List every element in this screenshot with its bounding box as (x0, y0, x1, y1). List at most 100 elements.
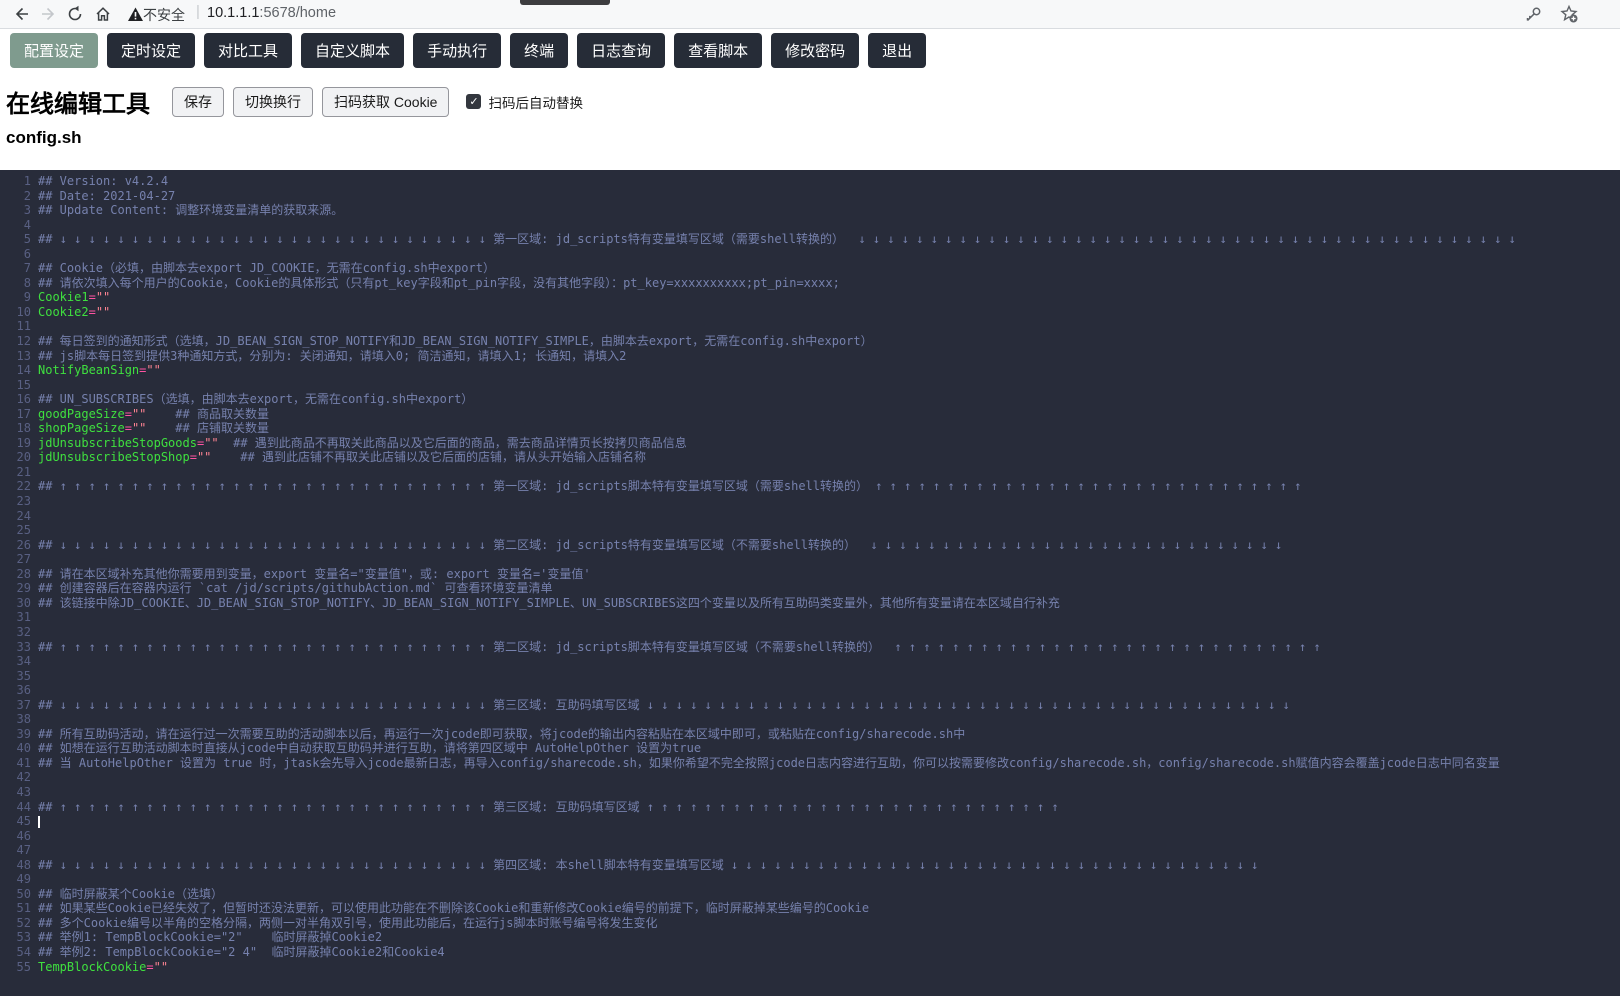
save-button[interactable]: 保存 (172, 87, 224, 117)
code-line[interactable]: 50## 临时屏蔽某个Cookie（选填） (0, 887, 1620, 902)
code-line[interactable]: 31 (0, 610, 1620, 625)
code-line[interactable]: 2## Date: 2021-04-27 (0, 189, 1620, 204)
code-line[interactable]: 42 (0, 770, 1620, 785)
code-line[interactable]: 22## ↑ ↑ ↑ ↑ ↑ ↑ ↑ ↑ ↑ ↑ ↑ ↑ ↑ ↑ ↑ ↑ ↑ ↑… (0, 479, 1620, 494)
code-line[interactable]: 16## UN_SUBSCRIBES（选填，由脚本去export，无需在conf… (0, 392, 1620, 407)
nav-item-compare[interactable]: 对比工具 (204, 33, 292, 68)
code-line[interactable]: 25 (0, 523, 1620, 538)
line-number: 7 (0, 261, 38, 276)
home-icon[interactable] (92, 3, 114, 25)
code-line[interactable]: 8## 请依次填入每个用户的Cookie，Cookie的具体形式（只有pt_ke… (0, 276, 1620, 291)
code-line[interactable]: 14NotifyBeanSign="" (0, 363, 1620, 378)
line-number: 28 (0, 567, 38, 582)
back-icon[interactable] (10, 3, 32, 25)
key-icon[interactable] (1522, 3, 1544, 25)
code-line[interactable]: 33## ↑ ↑ ↑ ↑ ↑ ↑ ↑ ↑ ↑ ↑ ↑ ↑ ↑ ↑ ↑ ↑ ↑ ↑… (0, 640, 1620, 655)
code-line[interactable]: 48## ↓ ↓ ↓ ↓ ↓ ↓ ↓ ↓ ↓ ↓ ↓ ↓ ↓ ↓ ↓ ↓ ↓ ↓… (0, 858, 1620, 873)
code-line[interactable]: 29## 创建容器后在容器内运行 `cat /jd/scripts/github… (0, 581, 1620, 596)
nav-item-change-password[interactable]: 修改密码 (771, 33, 859, 68)
line-number: 10 (0, 305, 38, 320)
line-number: 52 (0, 916, 38, 931)
code-line[interactable]: 52## 多个Cookie编号以半角的空格分隔，两侧一对半角双引号，使用此功能后… (0, 916, 1620, 931)
code-line[interactable]: 41## 当 AutoHelpOther 设置为 true 时，jtask会先导… (0, 756, 1620, 771)
code-line[interactable]: 36 (0, 683, 1620, 698)
nav-item-custom-script[interactable]: 自定义脚本 (301, 33, 404, 68)
code-editor[interactable]: 1## Version: v4.2.42## Date: 2021-04-273… (0, 170, 1620, 996)
browser-tab[interactable] (520, 0, 610, 5)
code-line[interactable]: 49 (0, 872, 1620, 887)
security-label[interactable]: 不安全 (143, 5, 185, 25)
line-number: 5 (0, 232, 38, 247)
line-number: 38 (0, 712, 38, 727)
auto-replace-label[interactable]: 扫码后自动替换 (488, 92, 583, 112)
nav-bar: 配置设定定时设定对比工具自定义脚本手动执行终端日志查询查看脚本修改密码退出 (0, 29, 1620, 79)
code-line[interactable]: 39## 所有互助码活动，请在运行过一次需要互助的活动脚本以后，再运行一次jco… (0, 727, 1620, 742)
code-line[interactable]: 30## 该链接中除JD_COOKIE、JD_BEAN_SIGN_STOP_NO… (0, 596, 1620, 611)
nav-item-log-query[interactable]: 日志查询 (577, 33, 665, 68)
address-url[interactable]: 10.1.1.1:5678/home (207, 5, 336, 21)
code-line[interactable]: 10Cookie2="" (0, 305, 1620, 320)
code-line[interactable]: 13## js脚本每日签到提供3种通知方式，分别为: 关闭通知，请填入0; 简洁… (0, 349, 1620, 364)
code-line[interactable]: 9Cookie1="" (0, 290, 1620, 305)
code-line[interactable]: 38 (0, 712, 1620, 727)
code-line[interactable]: 3## Update Content: 调整环境变量清单的获取来源。 (0, 203, 1620, 218)
code-line[interactable]: 1## Version: v4.2.4 (0, 174, 1620, 189)
code-line[interactable]: 15 (0, 378, 1620, 393)
line-number: 36 (0, 683, 38, 698)
nav-item-terminal[interactable]: 终端 (510, 33, 568, 68)
code-line[interactable]: 27 (0, 552, 1620, 567)
code-line[interactable]: 44## ↑ ↑ ↑ ↑ ↑ ↑ ↑ ↑ ↑ ↑ ↑ ↑ ↑ ↑ ↑ ↑ ↑ ↑… (0, 800, 1620, 815)
line-number: 1 (0, 174, 38, 189)
nav-item-manual-run[interactable]: 手动执行 (413, 33, 501, 68)
refresh-icon[interactable] (64, 3, 86, 25)
code-line[interactable]: 55TempBlockCookie="" (0, 960, 1620, 975)
line-number: 37 (0, 698, 38, 713)
code-line[interactable]: 51## 如果某些Cookie已经失效了，但暂时还没法更新，可以使用此功能在不删… (0, 901, 1620, 916)
nav-item-schedule[interactable]: 定时设定 (107, 33, 195, 68)
code-line[interactable]: 5## ↓ ↓ ↓ ↓ ↓ ↓ ↓ ↓ ↓ ↓ ↓ ↓ ↓ ↓ ↓ ↓ ↓ ↓ … (0, 232, 1620, 247)
line-number: 46 (0, 829, 38, 844)
line-number: 6 (0, 247, 38, 262)
line-number: 34 (0, 654, 38, 669)
code-line[interactable]: 11 (0, 319, 1620, 334)
line-number: 12 (0, 334, 38, 349)
forward-icon[interactable] (38, 3, 60, 25)
code-line[interactable]: 18shopPageSize="" ## 店铺取关数量 (0, 421, 1620, 436)
nav-item-view-script[interactable]: 查看脚本 (674, 33, 762, 68)
code-line[interactable]: 21 (0, 465, 1620, 480)
code-line[interactable]: 32 (0, 625, 1620, 640)
code-line[interactable]: 34 (0, 654, 1620, 669)
code-line[interactable]: 54## 举例2: TempBlockCookie="2 4" 临时屏蔽掉Coo… (0, 945, 1620, 960)
code-line[interactable]: 6 (0, 247, 1620, 262)
code-line[interactable]: 4 (0, 218, 1620, 233)
code-line[interactable]: 37## ↓ ↓ ↓ ↓ ↓ ↓ ↓ ↓ ↓ ↓ ↓ ↓ ↓ ↓ ↓ ↓ ↓ ↓… (0, 698, 1620, 713)
code-line[interactable]: 23 (0, 494, 1620, 509)
code-line[interactable]: 28## 请在本区域补充其他你需要用到变量，export 变量名="变量值"，或… (0, 567, 1620, 582)
code-line[interactable]: 43 (0, 785, 1620, 800)
code-line[interactable]: 45 (0, 814, 1620, 829)
line-number: 55 (0, 960, 38, 975)
code-line[interactable]: 26## ↓ ↓ ↓ ↓ ↓ ↓ ↓ ↓ ↓ ↓ ↓ ↓ ↓ ↓ ↓ ↓ ↓ ↓… (0, 538, 1620, 553)
line-number: 14 (0, 363, 38, 378)
code-line[interactable]: 7## Cookie（必填，由脚本去export JD_COOKIE，无需在co… (0, 261, 1620, 276)
nav-item-logout[interactable]: 退出 (868, 33, 926, 68)
code-line[interactable]: 20jdUnsubscribeStopShop="" ## 遇到此店铺不再取关此… (0, 450, 1620, 465)
code-line[interactable]: 19jdUnsubscribeStopGoods="" ## 遇到此商品不再取关… (0, 436, 1620, 451)
toggle-wrap-button[interactable]: 切换换行 (233, 87, 313, 117)
code-line[interactable]: 53## 举例1: TempBlockCookie="2" 临时屏蔽掉Cooki… (0, 930, 1620, 945)
page: 不安全 | 10.1.1.1:5678/home 配置设定定时设定对比工具自定义… (0, 0, 1620, 996)
code-line[interactable]: 35 (0, 669, 1620, 684)
line-number: 32 (0, 625, 38, 640)
scan-cookie-button[interactable]: 扫码获取 Cookie (322, 87, 449, 117)
auto-replace-checkbox[interactable]: ✓ (466, 94, 481, 109)
code-line[interactable]: 46 (0, 829, 1620, 844)
code-line[interactable]: 24 (0, 509, 1620, 524)
code-line[interactable]: 12## 每日签到的通知形式（选填，JD_BEAN_SIGN_STOP_NOTI… (0, 334, 1620, 349)
nav-item-config[interactable]: 配置设定 (10, 33, 98, 68)
code-line[interactable]: 47 (0, 843, 1620, 858)
line-number: 9 (0, 290, 38, 305)
code-line[interactable]: 17goodPageSize="" ## 商品取关数量 (0, 407, 1620, 422)
code-line[interactable]: 40## 如想在运行互助活动脚本时直接从jcode中自动获取互助码并进行互助，请… (0, 741, 1620, 756)
bookmark-add-icon[interactable] (1558, 3, 1580, 25)
line-number: 15 (0, 378, 38, 393)
